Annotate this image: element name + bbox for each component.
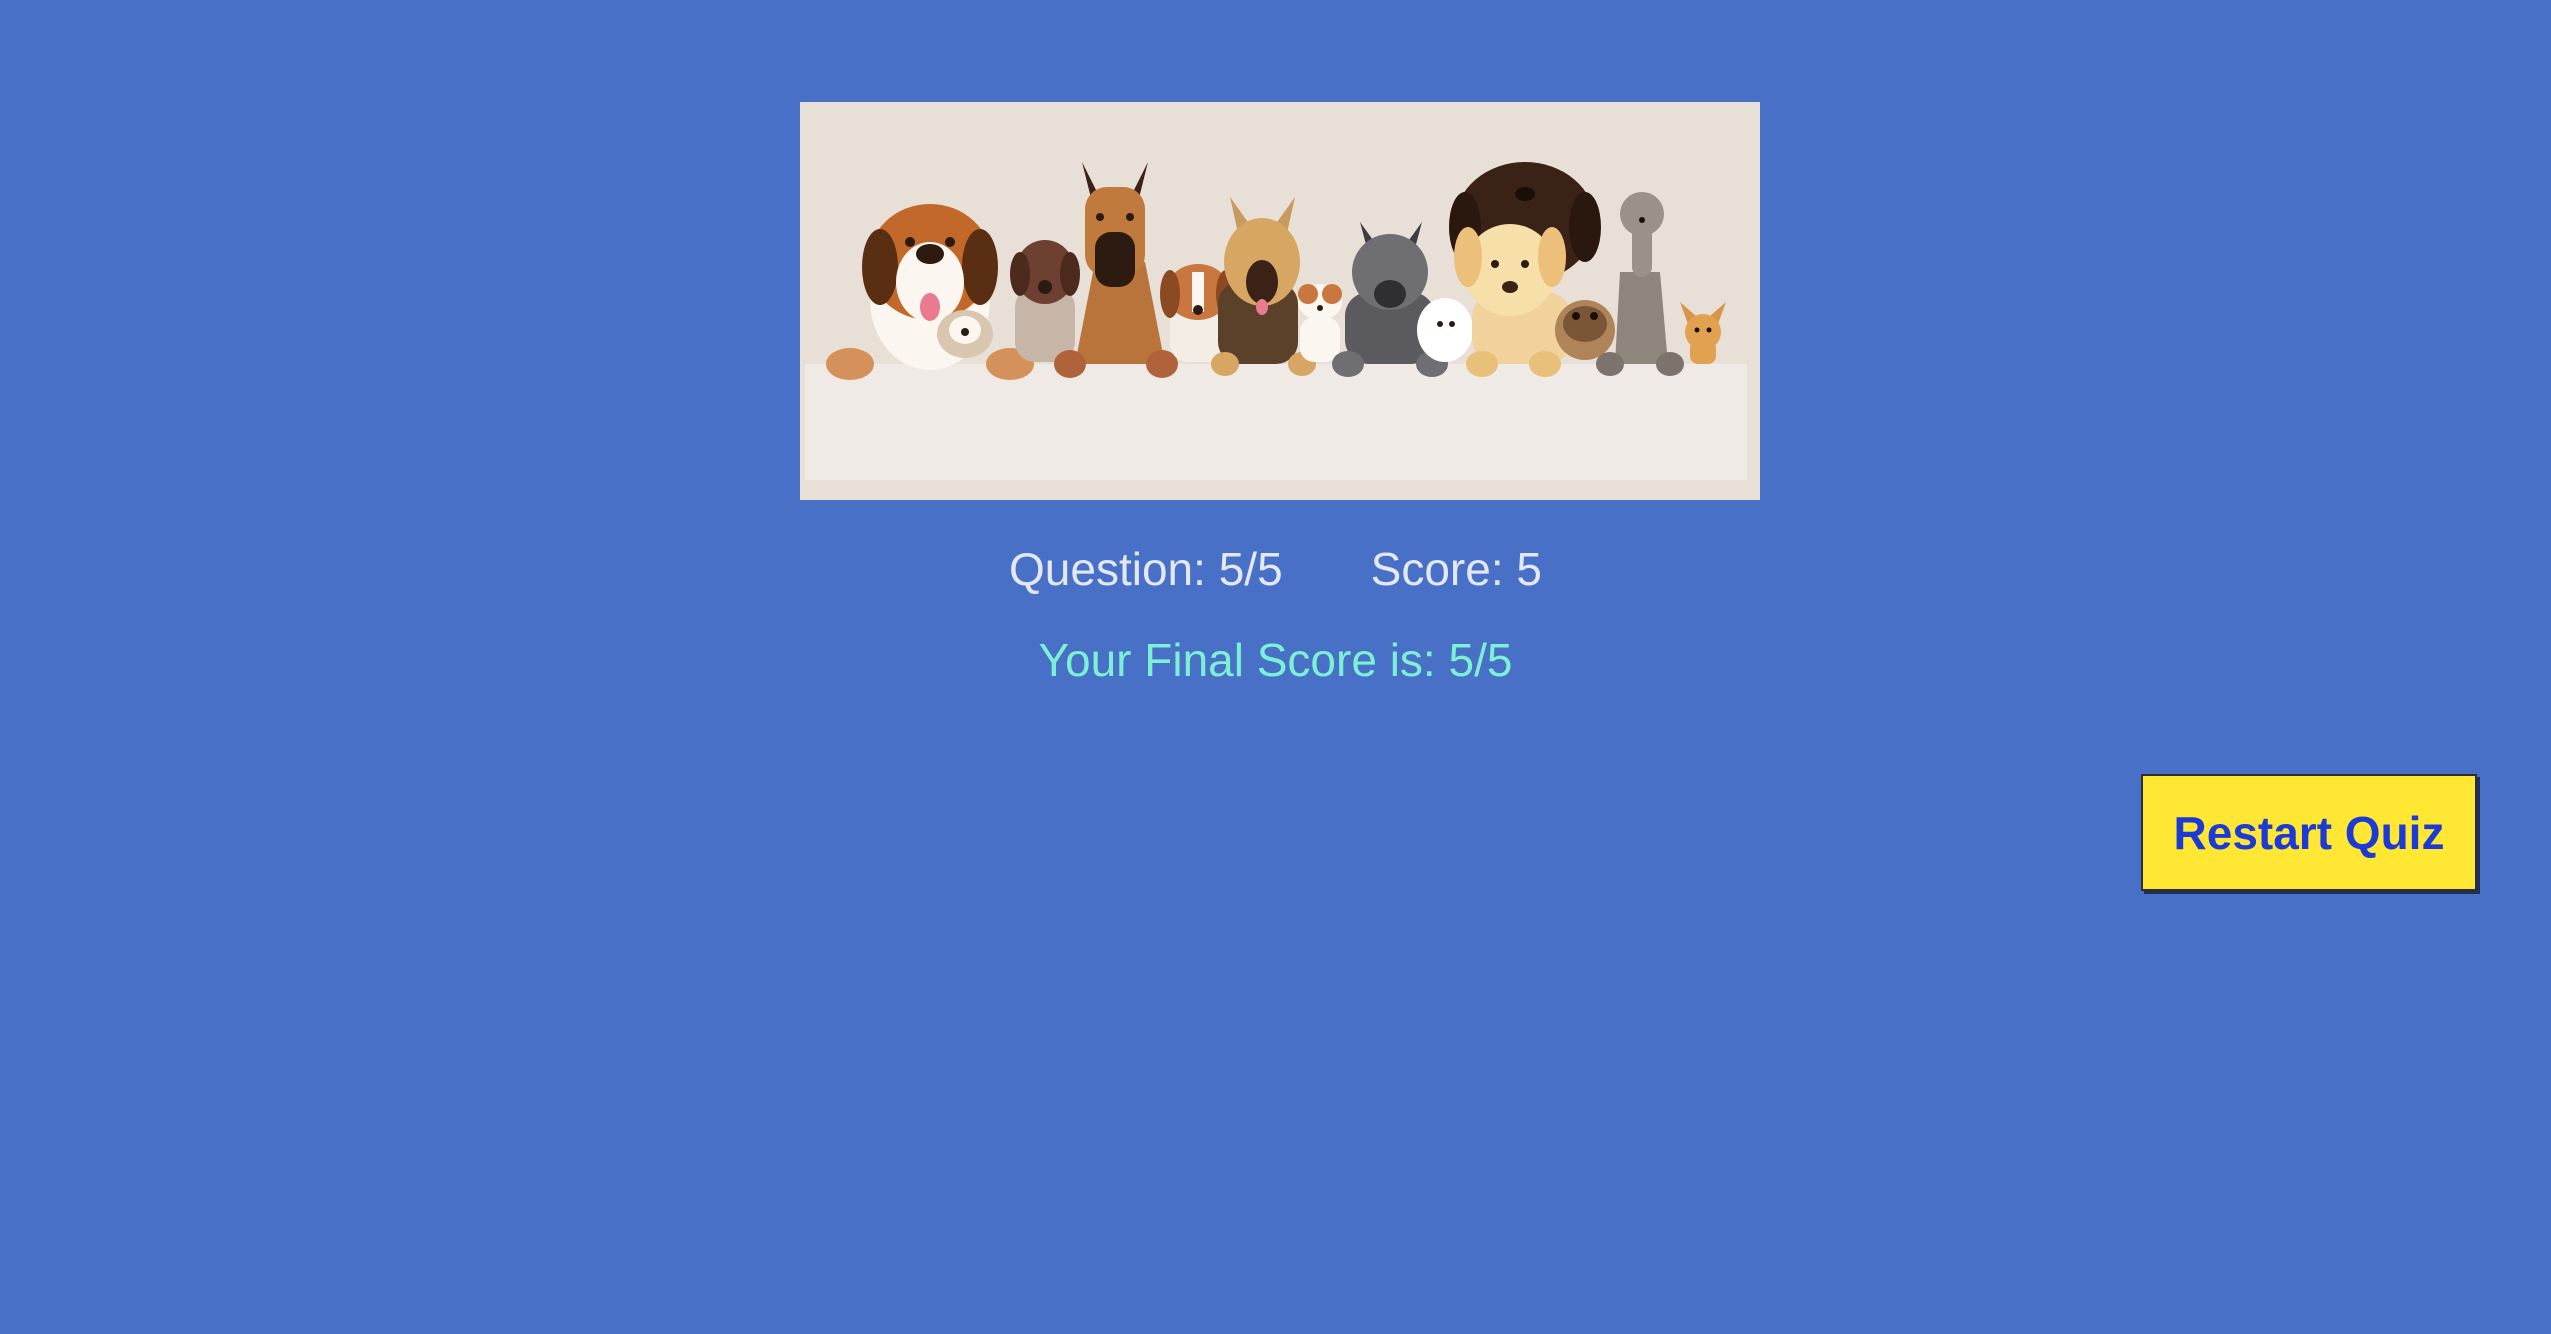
score-counter: Score: 5 bbox=[1370, 543, 1542, 595]
question-counter: Question: 5/5 bbox=[1009, 543, 1283, 595]
shih-tzu-dog bbox=[937, 310, 993, 358]
quiz-page: Question: 5/5 Score: 5 Your Final Score i… bbox=[0, 0, 2551, 1334]
pointer-dog bbox=[1010, 240, 1080, 362]
dog-breeds-banner-image bbox=[800, 102, 1760, 500]
white-pomeranian-dog bbox=[1417, 298, 1473, 362]
quiz-status-row: Question: 5/5 Score: 5 bbox=[0, 542, 2551, 596]
dogs-illustration bbox=[800, 102, 1760, 500]
restart-quiz-button[interactable]: Restart Quiz bbox=[2141, 774, 2477, 891]
jack-russell-dog bbox=[1298, 284, 1342, 362]
pug-dog bbox=[1555, 300, 1615, 360]
final-score-message: Your Final Score is: 5/5 bbox=[1038, 634, 1513, 686]
